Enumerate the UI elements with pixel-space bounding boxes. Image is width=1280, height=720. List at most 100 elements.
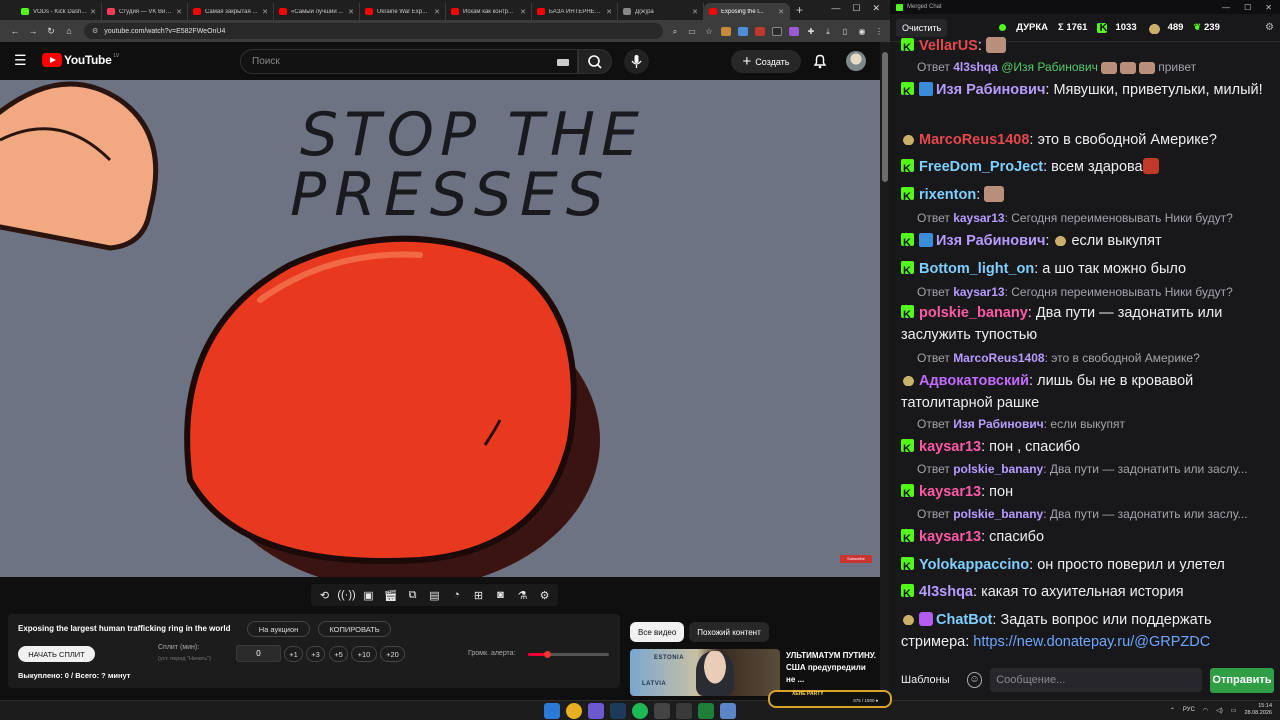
menu-icon[interactable]: ☰ <box>14 53 27 67</box>
video-player[interactable]: STOP THE PRESSES Subscribe <box>0 80 880 577</box>
search-button[interactable] <box>578 49 612 74</box>
close-icon[interactable]: ✕ <box>872 3 880 14</box>
emoji-icon[interactable]: ☺ <box>966 672 983 688</box>
chat-username[interactable]: kaysar13 <box>919 529 981 545</box>
chat-username[interactable]: VellarUS <box>919 38 978 54</box>
create-button[interactable]: + Создать <box>731 50 801 73</box>
obs-icon[interactable] <box>654 703 670 719</box>
page-scrollbar[interactable] <box>880 42 890 700</box>
reply-preview[interactable]: Ответ MarcoReus1408: это в свободной Аме… <box>917 350 1272 366</box>
tab-all-videos[interactable]: Все видео <box>630 622 685 642</box>
chat-username[interactable]: Изя Рабинович <box>936 82 1045 98</box>
extension-icon[interactable] <box>789 26 799 36</box>
tray-lang[interactable]: РУС <box>1183 707 1195 713</box>
forward-icon[interactable]: → <box>24 26 42 36</box>
tab-close-icon[interactable]: ✕ <box>520 8 526 16</box>
extension-icon[interactable] <box>721 26 731 36</box>
clapper-icon[interactable]: 🎬︎ <box>381 586 400 605</box>
flask-icon[interactable]: ⚗ <box>513 586 532 605</box>
steam-icon[interactable] <box>610 703 626 719</box>
telegram-icon[interactable] <box>720 703 736 719</box>
recommended-title[interactable]: УЛЬТИМАТУМ ПУТИНУ. США предупредили не .… <box>786 650 876 686</box>
puzzle-icon[interactable]: ✚ <box>806 27 816 36</box>
tab-similar-content[interactable]: Похожий контент <box>689 622 769 642</box>
tab-close-icon[interactable]: ✕ <box>692 8 698 16</box>
chrome-icon[interactable] <box>566 703 582 719</box>
alert-volume-handle[interactable] <box>543 651 551 658</box>
tab-close-icon[interactable]: ✕ <box>176 8 182 16</box>
cinema-mode-icon[interactable]: ▤ <box>425 586 444 605</box>
tab-close-icon[interactable]: ✕ <box>778 8 784 16</box>
search-input[interactable] <box>241 50 577 73</box>
maximize-icon[interactable]: ☐ <box>1244 3 1251 12</box>
settings-gear-icon[interactable]: ⚙ <box>535 586 554 605</box>
chat-username[interactable]: Yolokappaccino <box>919 557 1029 573</box>
browser-tab[interactable]: Д(ж)ра ✕ <box>618 3 704 20</box>
to-auction-button[interactable]: На аукцион <box>247 621 310 637</box>
browser-tab[interactable]: Самая закрытая ... ✕ <box>188 3 274 20</box>
maximize-icon[interactable]: ☐ <box>852 3 860 14</box>
chat-username[interactable]: rixenton <box>919 187 976 203</box>
reply-preview[interactable]: Ответ kaysar13: Сегодня переименовывать … <box>917 210 1272 226</box>
subscribe-watermark[interactable]: Subscribe <box>840 555 872 563</box>
browser-tab[interactable]: Exposing the l... ✕ <box>704 3 790 20</box>
tab-close-icon[interactable]: ✕ <box>434 8 440 16</box>
scrollbar-thumb[interactable] <box>882 52 888 182</box>
close-icon[interactable]: ✕ <box>1265 3 1272 12</box>
reply-preview[interactable]: Ответ 4l3shqa @Изя Рабинович привет <box>917 59 1272 75</box>
donation-link[interactable]: https://new.donatepay.ru/@GRPZDC <box>973 634 1210 650</box>
browser-tab[interactable]: VODs - Kick Dash... ✕ <box>16 3 102 20</box>
youtube-logo[interactable]: YouTube LV <box>42 53 119 67</box>
voice-search-button[interactable] <box>624 49 649 74</box>
split-minutes-input[interactable] <box>236 645 281 662</box>
discord-icon[interactable] <box>588 703 604 719</box>
picture-in-picture-icon[interactable]: ⧉ <box>403 586 422 605</box>
back-icon[interactable]: ← <box>6 26 24 36</box>
speed-gauge-icon[interactable]: ◔ <box>447 586 466 605</box>
clock[interactable]: 15:14 28.08.2026 <box>1244 703 1272 717</box>
chat-username[interactable]: polskie_banany <box>919 305 1028 321</box>
site-info-icon[interactable]: ⚙ <box>92 27 98 35</box>
keyboard-icon[interactable] <box>557 59 569 66</box>
chat-username[interactable]: Изя Рабинович <box>936 233 1045 249</box>
chat-message-input[interactable] <box>990 668 1202 692</box>
browser-tab[interactable]: Искам как контр... ✕ <box>446 3 532 20</box>
increment-5-button[interactable]: +5 <box>329 646 348 662</box>
templates-button[interactable]: Шаблоны <box>896 674 955 686</box>
add-clip-icon[interactable]: ⊞ <box>469 586 488 605</box>
tab-close-icon[interactable]: ✕ <box>90 8 96 16</box>
alert-volume-slider[interactable] <box>528 651 609 658</box>
camera-icon[interactable]: ◙ <box>491 586 510 605</box>
chat-username[interactable]: kaysar13 <box>919 439 981 455</box>
chat-username[interactable]: Bottom_light_on <box>919 261 1034 277</box>
extension-icon[interactable] <box>738 26 748 36</box>
bookmark-star-icon[interactable]: ☆ <box>704 27 714 36</box>
increment-10-button[interactable]: +10 <box>351 646 377 662</box>
cast-icon[interactable]: ▭ <box>687 27 697 36</box>
url-bar[interactable]: ⚙ youtube.com/watch?v=E582FWeOnU4 <box>84 23 663 39</box>
chat-username[interactable]: 4l3shqa <box>919 584 973 600</box>
wifi-icon[interactable]: ◠ <box>1203 707 1208 714</box>
reply-preview[interactable]: Ответ polskie_banany: Два пути — задонат… <box>917 506 1272 522</box>
chat-username[interactable]: Адвокатовский <box>919 373 1029 389</box>
extension-icon[interactable] <box>772 26 782 36</box>
reply-preview[interactable]: Ответ kaysar13: Сегодня переименовывать … <box>917 284 1272 300</box>
minimize-icon[interactable]: — <box>1222 3 1230 12</box>
repeat-icon[interactable]: ⟲ <box>315 586 334 605</box>
download-icon[interactable]: ⤓ <box>823 27 833 36</box>
spotify-icon[interactable] <box>632 703 648 719</box>
recommended-thumbnail[interactable]: ESTONIA LATVIA <box>630 649 780 696</box>
start-windows-icon[interactable] <box>544 703 560 719</box>
avatar[interactable] <box>846 51 866 71</box>
tab-close-icon[interactable]: ✕ <box>348 8 354 16</box>
profile-icon[interactable]: ◉ <box>857 27 867 36</box>
chat-username[interactable]: ChatBot <box>936 612 992 628</box>
kick-app-taskbar-icon[interactable] <box>698 703 714 719</box>
chat-username[interactable]: FreeDom_ProJect <box>919 159 1043 175</box>
broadcast-icon[interactable]: ((·)) <box>337 586 356 605</box>
tab-close-icon[interactable]: ✕ <box>262 8 268 16</box>
tab-close-icon[interactable]: ✕ <box>606 8 612 16</box>
browser-tab[interactable]: Студия — VK Виде... ✕ <box>102 3 188 20</box>
chat-settings-gear-icon[interactable]: ⚙ <box>1265 22 1274 33</box>
reply-preview[interactable]: Ответ Изя Рабинович: если выкупят <box>917 416 1272 432</box>
